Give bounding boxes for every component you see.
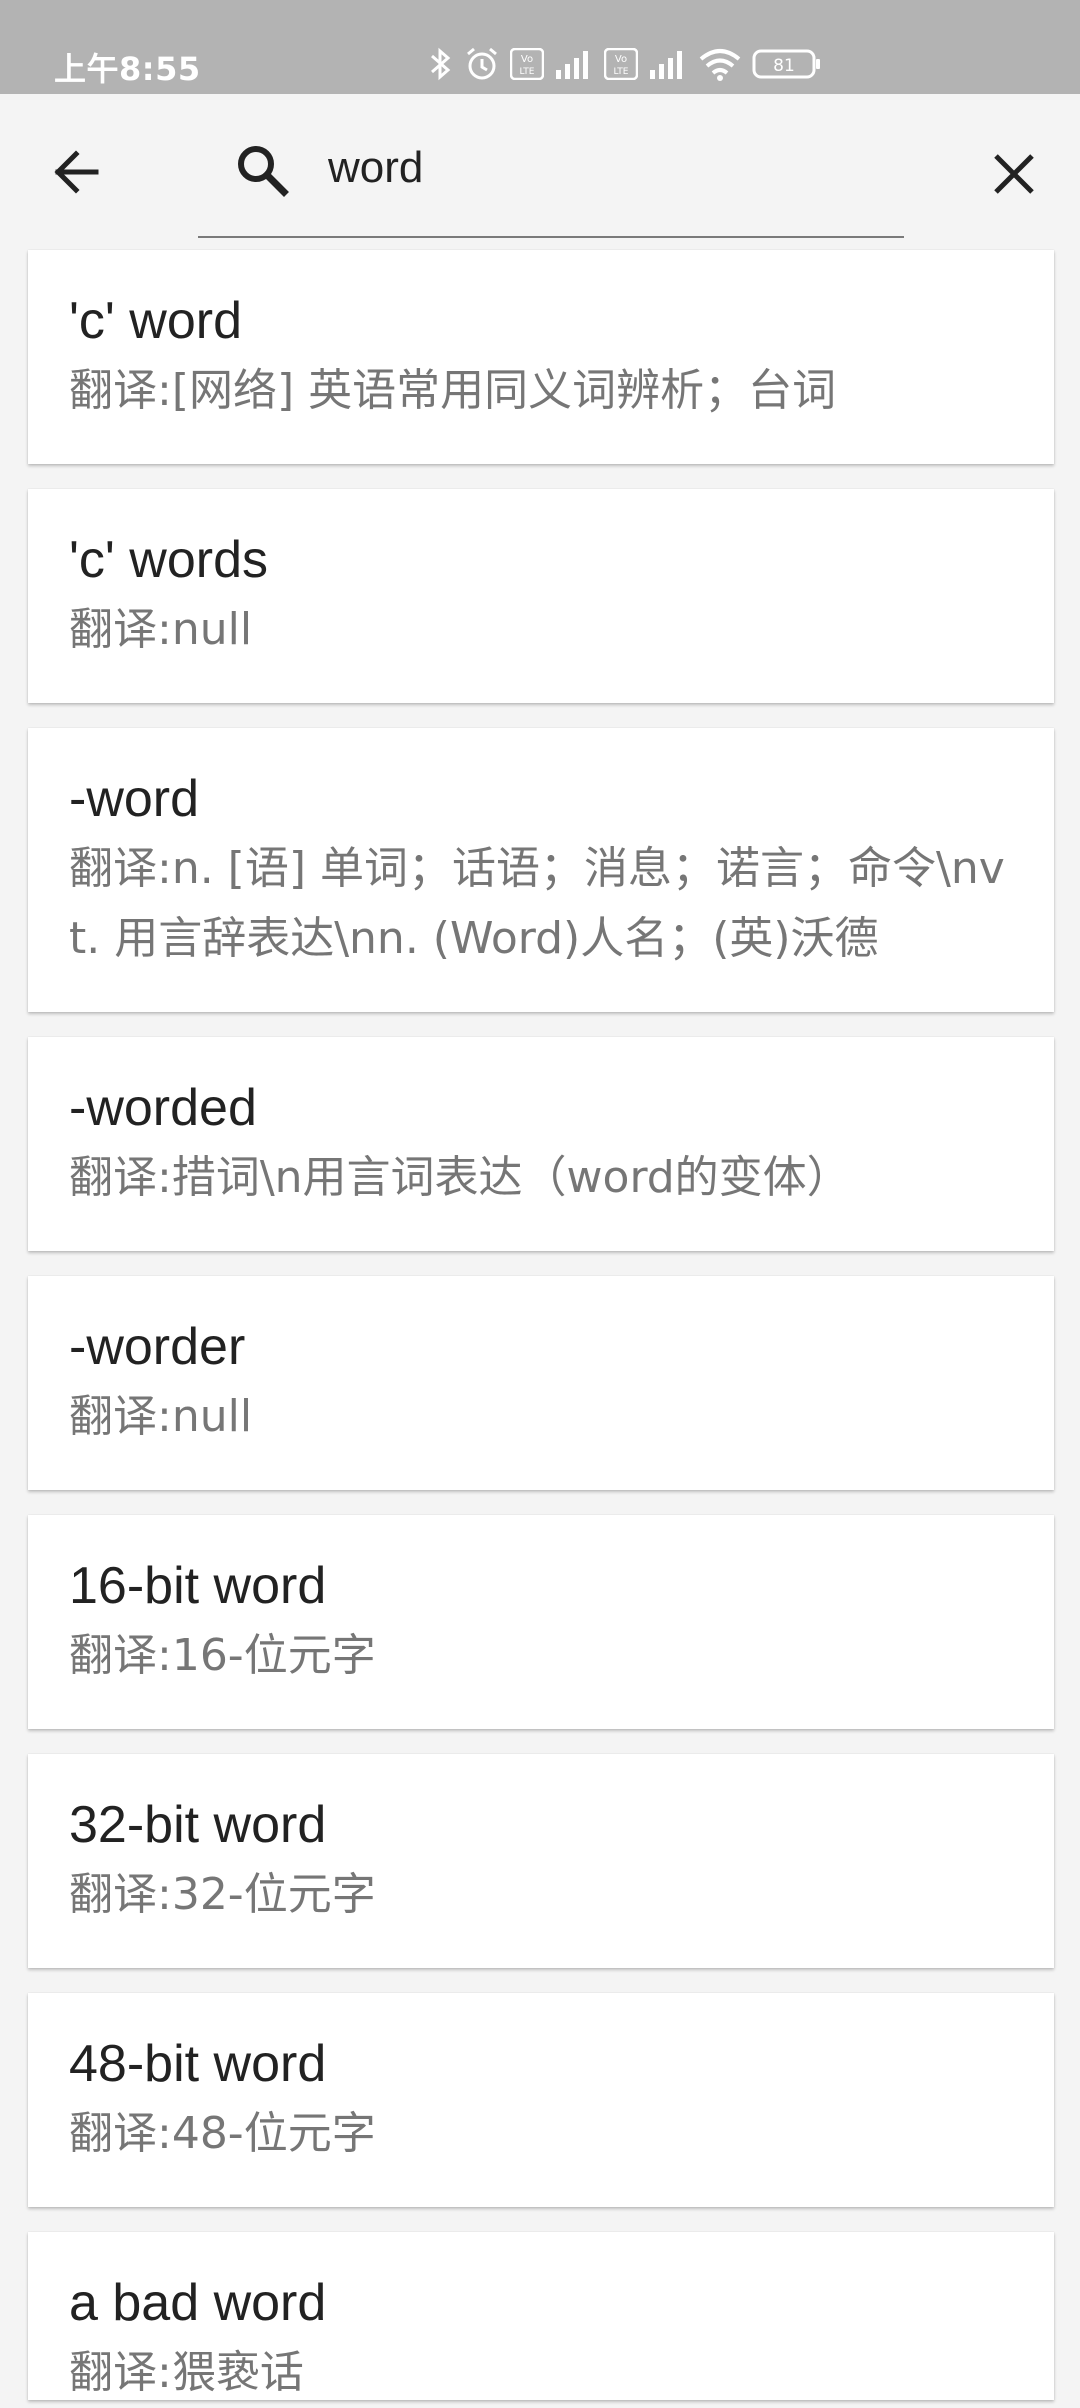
bluetooth-icon bbox=[431, 47, 451, 81]
result-card[interactable]: -worder 翻译:null bbox=[28, 1276, 1054, 1490]
volte-icon: Vo LTE bbox=[604, 48, 638, 80]
result-card[interactable]: 48-bit word 翻译:48-位元字 bbox=[28, 1993, 1054, 2207]
result-translation: 翻译:措词\n用言词表达（word的变体） bbox=[69, 1152, 851, 1203]
svg-text:Vo: Vo bbox=[521, 54, 533, 65]
svg-text:Vo: Vo bbox=[615, 54, 627, 65]
result-card[interactable]: -word 翻译:n. [语] 单词；话语；消息；诺言；命令\nvt. 用言辞表… bbox=[28, 728, 1054, 1012]
battery-level: 81 bbox=[773, 56, 795, 76]
result-card[interactable]: 'c' word 翻译:[网络] 英语常用同义词辨析；台词 bbox=[28, 250, 1054, 464]
svg-text:LTE: LTE bbox=[520, 67, 535, 77]
result-word: -word bbox=[69, 770, 200, 828]
result-card[interactable]: -worded 翻译:措词\n用言词表达（word的变体） bbox=[28, 1037, 1054, 1251]
result-word: -worded bbox=[69, 1079, 257, 1137]
result-translation: 翻译:猥亵话 bbox=[69, 2347, 304, 2398]
result-word: 'c' word bbox=[69, 292, 243, 350]
result-translation: 翻译:n. [语] 单词；话语；消息；诺言；命令\nvt. 用言辞表达\nn. … bbox=[69, 843, 1005, 964]
status-bar: 上午8:55 Vo LTE Vo LTE 81 bbox=[0, 0, 1080, 94]
result-word: 16-bit word bbox=[69, 1557, 327, 1615]
result-card[interactable]: 32-bit word 翻译:32-位元字 bbox=[28, 1754, 1054, 1968]
search-input[interactable] bbox=[328, 138, 828, 198]
result-card[interactable]: a bad word 翻译:猥亵话 bbox=[28, 2232, 1054, 2400]
svg-text:LTE: LTE bbox=[614, 67, 629, 77]
volte-icon: Vo LTE bbox=[510, 48, 544, 80]
result-word: 48-bit word bbox=[69, 2035, 327, 2093]
result-translation: 翻译:null bbox=[69, 1391, 253, 1442]
status-icons: Vo LTE Vo LTE 81 bbox=[428, 44, 822, 84]
result-translation: 翻译:null bbox=[69, 604, 253, 655]
search-box[interactable] bbox=[198, 94, 904, 238]
result-word: a bad word bbox=[69, 2274, 327, 2332]
back-button[interactable] bbox=[40, 136, 112, 208]
result-translation: 翻译:32-位元字 bbox=[69, 1869, 376, 1920]
signal-icon bbox=[650, 51, 682, 79]
battery-icon: 81 bbox=[752, 49, 820, 79]
signal-icon bbox=[556, 51, 588, 79]
close-icon bbox=[994, 154, 1034, 194]
status-time: 上午8:55 bbox=[54, 50, 201, 88]
search-icon bbox=[238, 146, 289, 197]
result-translation: 翻译:16-位元字 bbox=[69, 1630, 376, 1681]
wifi-icon bbox=[699, 49, 741, 81]
clear-button[interactable] bbox=[978, 138, 1050, 210]
result-translation: 翻译:48-位元字 bbox=[69, 2108, 376, 2159]
result-word: -worder bbox=[69, 1318, 246, 1376]
result-translation: 翻译:[网络] 英语常用同义词辨析；台词 bbox=[69, 365, 837, 416]
result-card[interactable]: 'c' words 翻译:null bbox=[28, 489, 1054, 703]
alarm-icon bbox=[467, 47, 497, 80]
result-card[interactable]: 16-bit word 翻译:16-位元字 bbox=[28, 1515, 1054, 1729]
result-word: 'c' words bbox=[69, 531, 269, 589]
result-word: 32-bit word bbox=[69, 1796, 327, 1854]
search-app-bar bbox=[0, 94, 1080, 250]
arrow-left-icon bbox=[54, 150, 99, 194]
